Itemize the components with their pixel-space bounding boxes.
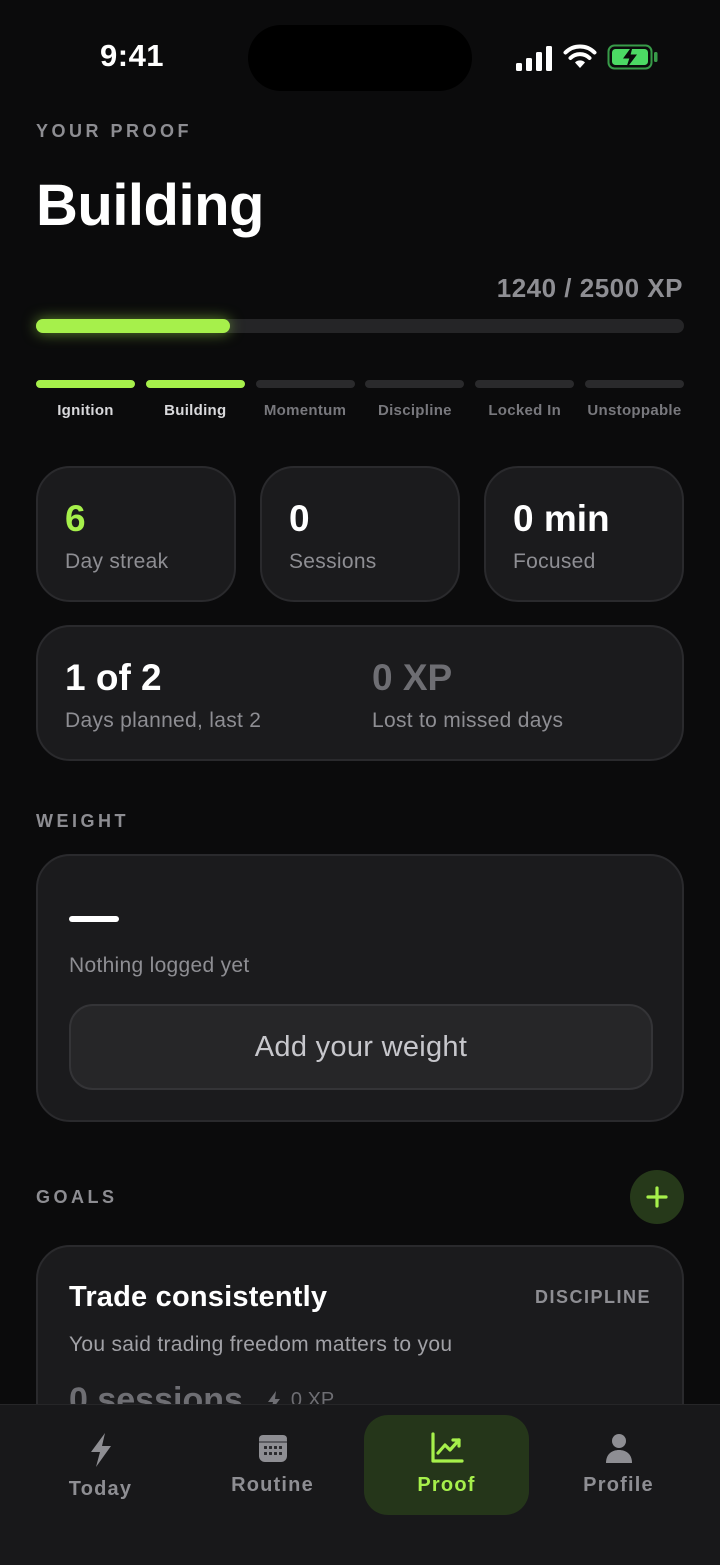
weight-empty-text: Nothing logged yet — [69, 954, 250, 977]
weight-value-placeholder: — — [69, 916, 119, 922]
add-weight-button[interactable]: Add your weight — [69, 1004, 653, 1090]
level-bar — [365, 380, 465, 388]
status-bar: 9:41 — [0, 0, 720, 110]
dynamic-island — [248, 25, 472, 91]
days-planned-label: Days planned, last 2 — [65, 709, 262, 732]
level-building: Building — [145, 380, 245, 419]
page-title: Building — [36, 173, 264, 238]
tab-label: Today — [68, 1478, 133, 1500]
streak-card: 6 Day streak — [36, 466, 236, 602]
wifi-icon — [563, 44, 597, 68]
weight-card: — Nothing logged yet Add your weight — [36, 854, 684, 1122]
level-track: Ignition Building Momentum Discipline Lo… — [36, 380, 684, 419]
xp-progress-fill — [36, 319, 230, 333]
goal-category-tag: DISCIPLINE — [534, 1287, 651, 1307]
level-ignition: Ignition — [36, 380, 135, 419]
focused-label: Focused — [513, 550, 596, 573]
level-name: Discipline — [377, 402, 452, 419]
goal-description: You said trading freedom matters to you — [69, 1333, 453, 1356]
xp-lost-label: Lost to missed days — [372, 709, 564, 732]
person-icon — [605, 1434, 632, 1463]
level-bar — [584, 380, 684, 388]
level-name: Building — [164, 402, 227, 419]
streak-value: 6 — [65, 498, 86, 539]
status-time: 9:41 — [100, 38, 165, 73]
planning-card: 1 of 2 Days planned, last 2 0 XP Lost to… — [36, 625, 684, 761]
tab-profile[interactable]: Profile — [536, 1415, 701, 1515]
tab-proof[interactable]: Proof — [364, 1415, 529, 1515]
cellular-signal-icon — [516, 46, 552, 71]
tab-today[interactable]: Today — [18, 1415, 183, 1515]
proof-screen: 9:41 YOUR PROOF Building 1240 / 2500 XP — [0, 0, 720, 1565]
level-locked-in: Locked In — [475, 380, 575, 419]
level-bar — [255, 380, 355, 388]
level-name: Locked In — [488, 402, 562, 419]
goals-section-label: GOALS — [36, 1187, 118, 1207]
level-discipline: Discipline — [365, 380, 465, 419]
xp-progress-bar — [36, 319, 684, 333]
chart-line-icon — [430, 1432, 464, 1463]
xp-readout: 1240 / 2500 XP — [496, 273, 683, 303]
sessions-card: 0 Sessions — [260, 466, 460, 602]
level-unstoppable: Unstoppable — [584, 380, 684, 419]
level-name: Unstoppable — [587, 402, 682, 419]
weight-section-label: WEIGHT — [36, 811, 129, 831]
level-momentum: Momentum — [255, 380, 355, 419]
goal-title: Trade consistently — [69, 1281, 328, 1313]
days-planned-value: 1 of 2 — [65, 657, 162, 698]
level-bar — [475, 380, 575, 388]
calendar-icon — [258, 1435, 287, 1462]
tab-bar: Today Routine Proof Profile — [0, 1404, 720, 1565]
tab-label: Profile — [583, 1474, 654, 1496]
focused-card: 0 min Focused — [484, 466, 684, 602]
level-bar — [36, 380, 135, 388]
sessions-label: Sessions — [289, 550, 377, 573]
tab-routine[interactable]: Routine — [190, 1415, 355, 1515]
focused-value: 0 min — [513, 498, 610, 539]
tab-label: Routine — [231, 1474, 314, 1496]
streak-label: Day streak — [65, 550, 169, 573]
lightning-bolt-icon — [90, 1433, 111, 1467]
sessions-value: 0 — [289, 498, 310, 539]
tab-label: Proof — [417, 1474, 476, 1496]
battery-charging-icon — [607, 44, 658, 70]
plus-icon — [646, 1186, 668, 1208]
level-bar — [145, 380, 245, 388]
section-eyebrow: YOUR PROOF — [36, 121, 193, 141]
add-goal-button[interactable] — [630, 1170, 684, 1224]
level-name: Momentum — [263, 402, 347, 419]
xp-lost-value: 0 XP — [372, 657, 453, 698]
level-name: Ignition — [57, 402, 114, 419]
